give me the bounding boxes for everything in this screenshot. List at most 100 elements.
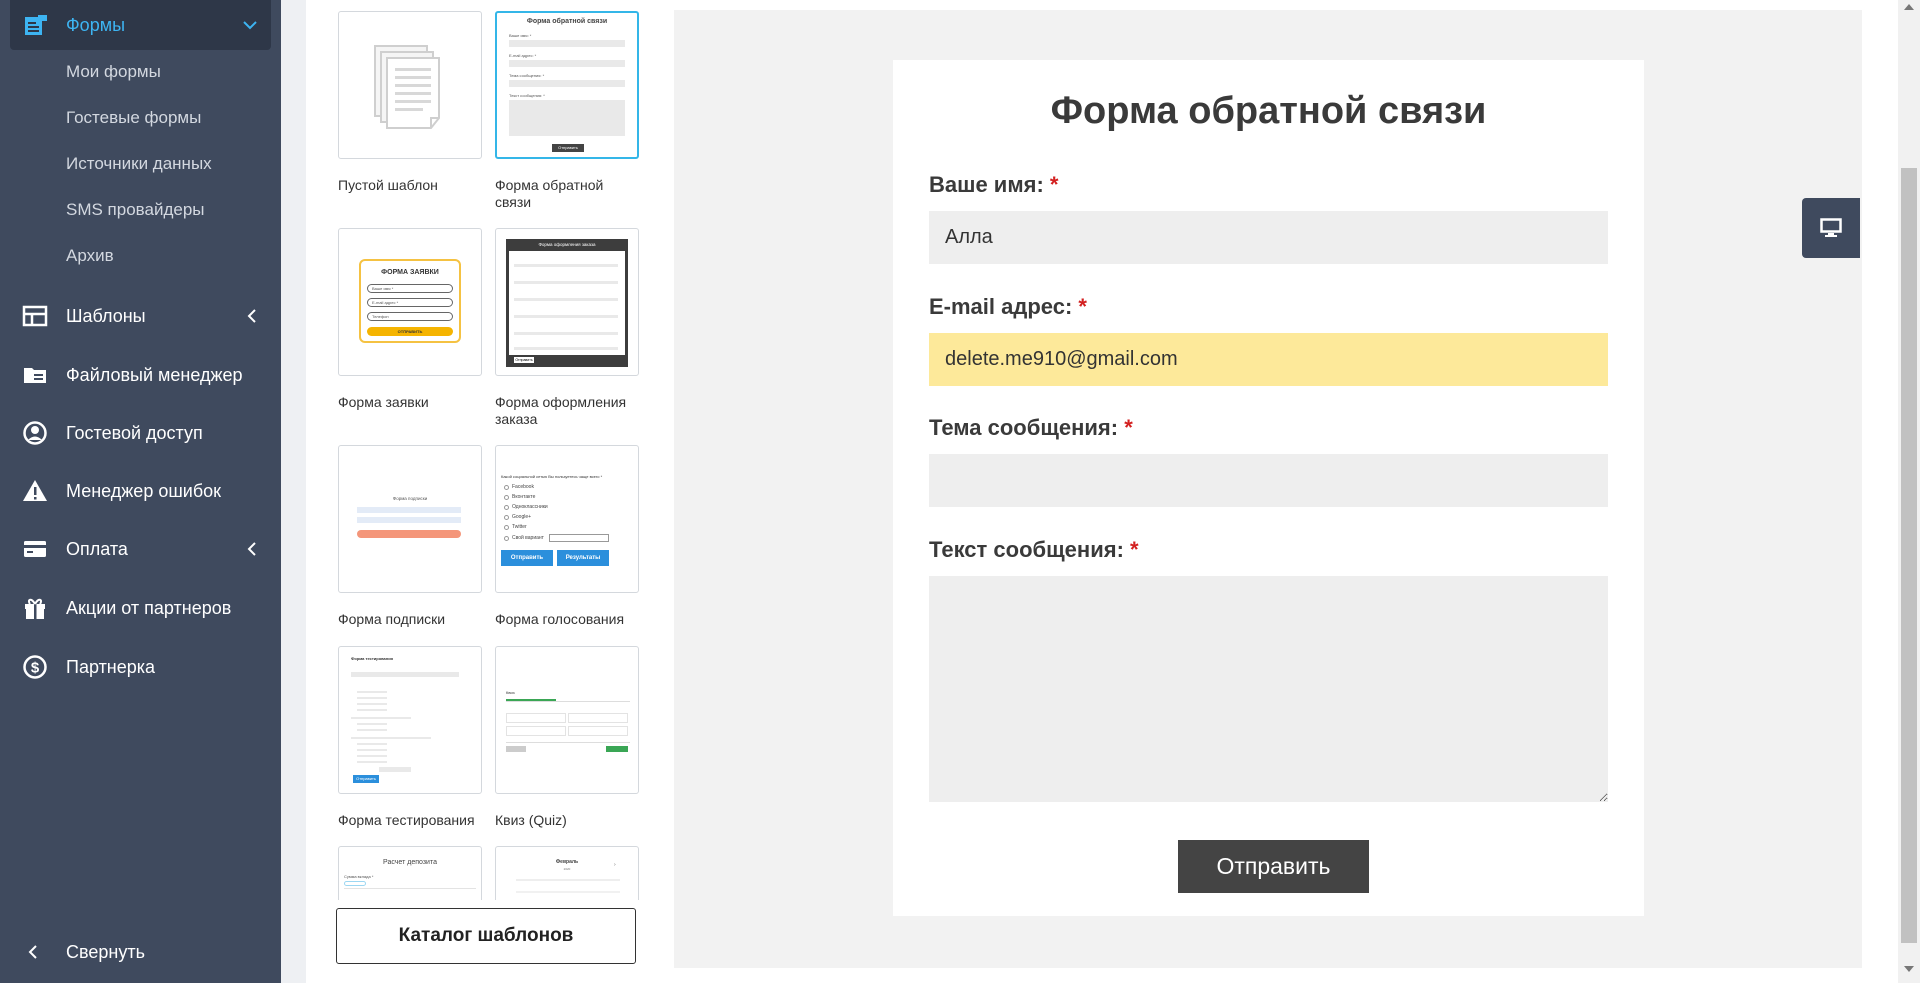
thumb-label: Сумма вклада *: [344, 874, 374, 879]
sidebar-item-label: Формы: [66, 14, 126, 35]
sidebar-item-templates[interactable]: Шаблоны: [0, 296, 281, 336]
template-catalog-button[interactable]: Каталог шаблонов: [336, 908, 636, 964]
sidebar-item-label: Менеджер ошибок: [66, 480, 222, 501]
name-input[interactable]: [929, 211, 1608, 264]
warning-icon: [23, 480, 47, 501]
template-list: Пустой шаблон Форма обратной связи Ваше …: [306, 0, 656, 983]
email-input[interactable]: [929, 333, 1608, 386]
template-request[interactable]: ФОРМА ЗАЯВКИ Ваше имя * E-mail адрес * Т…: [338, 228, 482, 411]
template-deposit[interactable]: Расчет депозита Сумма вклада *: [338, 846, 482, 900]
sidebar-subitem-archive[interactable]: Архив: [66, 246, 114, 266]
page-scrollbar[interactable]: [1898, 0, 1920, 983]
sidebar-subitem-data-sources[interactable]: Источники данных: [66, 154, 212, 174]
thumb-button: Отправить: [514, 357, 534, 363]
scrollbar-thumb[interactable]: [1901, 168, 1917, 943]
scroll-up-arrow-icon[interactable]: [1904, 4, 1914, 10]
scroll-down-arrow-icon[interactable]: [1904, 966, 1914, 972]
template-thumbnail[interactable]: Форма оформления заказа Отправить: [495, 228, 639, 376]
template-quiz[interactable]: Квиз Квиз (Quiz): [495, 646, 639, 829]
main-content: Пустой шаблон Форма обратной связи Ваше …: [306, 0, 1898, 983]
template-order[interactable]: Форма оформления заказа Отправить Форма …: [495, 228, 639, 428]
template-voting[interactable]: Какой социальной сетью Вы пользуетесь ча…: [495, 445, 639, 628]
thumb-title: Форма тестирования: [351, 656, 393, 661]
template-feedback[interactable]: Форма обратной связи Ваше имя: * E-mail …: [495, 11, 639, 211]
template-name: Пустой шаблон: [338, 177, 438, 193]
collapse-label: Свернуть: [66, 941, 145, 962]
template-thumbnail[interactable]: [338, 11, 482, 159]
sidebar-item-guest-access[interactable]: Гостевой доступ: [0, 413, 281, 453]
radio-circle-icon: [504, 514, 509, 520]
sidebar-collapse-button[interactable]: Свернуть: [0, 932, 281, 972]
thumb-title: Форма подписки: [392, 496, 428, 501]
thumb-title: Форма обратной связи: [526, 18, 608, 25]
thumb-title: Квиз: [506, 690, 515, 695]
radio-circle-icon: [504, 484, 509, 490]
thumb-button: Отправить: [501, 550, 553, 566]
gift-icon: [25, 598, 45, 619]
form-title: Форма обратной связи: [1050, 90, 1487, 132]
template-thumbnail[interactable]: Форма подписки: [338, 445, 482, 593]
sidebar-item-partner-promos[interactable]: Акции от партнеров: [0, 588, 281, 628]
subject-input[interactable]: [929, 454, 1608, 507]
thumb-field: Ваше имя *: [367, 284, 453, 293]
radio-circle-icon: [504, 535, 509, 541]
thumb-title: Форма оформления заказа: [538, 242, 596, 247]
sidebar-item-forms[interactable]: Формы: [10, 0, 271, 50]
template-name: Форма обратной связи: [495, 177, 604, 210]
template-thumbnail[interactable]: Расчет депозита Сумма вклада *: [338, 846, 482, 900]
form-preview-area: Форма обратной связи Ваше имя: * E-mail …: [674, 10, 1862, 968]
thumb-vote-option: Вконтакте: [504, 494, 535, 500]
thumb-question: Какой социальной сетью Вы пользуетесь ча…: [501, 474, 603, 479]
sidebar-item-file-manager[interactable]: Файловый менеджер: [0, 355, 281, 395]
message-textarea[interactable]: [929, 576, 1608, 802]
template-thumbnail[interactable]: Форма обратной связи Ваше имя: * E-mail …: [495, 11, 639, 159]
device-toggle-button[interactable]: [1802, 198, 1860, 258]
sidebar-item-affiliate[interactable]: $ Партнерка: [0, 647, 281, 687]
sidebar-item-label: Оплата: [66, 538, 128, 559]
chevron-left-icon: [28, 945, 37, 959]
thumb-label: E-mail адрес: *: [509, 53, 537, 58]
sidebar-item-label: Партнерка: [66, 656, 156, 677]
thumb-button: Результаты: [557, 550, 609, 566]
template-thumbnail[interactable]: Февраль 2020 ›: [495, 846, 639, 900]
thumb-title: Февраль: [555, 859, 579, 865]
template-thumbnail[interactable]: Какой социальной сетью Вы пользуетесь ча…: [495, 445, 639, 593]
sidebar-item-label: Гостевой доступ: [66, 422, 203, 443]
template-thumbnail[interactable]: Квиз: [495, 646, 639, 794]
sidebar-subitem-sms-providers[interactable]: SMS провайдеры: [66, 200, 205, 220]
thumb-vote-option: Одноклассники: [504, 504, 548, 510]
template-thumbnail[interactable]: ФОРМА ЗАЯВКИ Ваше имя * E-mail адрес * Т…: [338, 228, 482, 376]
thumb-button: Отправить: [552, 144, 584, 152]
thumb-title: ФОРМА ЗАЯВКИ: [381, 269, 439, 276]
template-thumbnail[interactable]: Форма тестирования Отправить: [338, 646, 482, 794]
submit-button[interactable]: Отправить: [1178, 840, 1369, 893]
radio-circle-icon: [504, 524, 509, 530]
dollar-icon: $: [23, 655, 47, 679]
thumb-vote-option-label: Google+: [512, 514, 532, 520]
sidebar-subitem-guest-forms[interactable]: Гостевые формы: [66, 108, 201, 128]
thumb-vote-option-label: Вконтакте: [512, 494, 536, 500]
template-subscribe[interactable]: Форма подписки Форма подписки: [338, 445, 482, 628]
thumb-vote-option-label: Свой вариант: [512, 535, 544, 541]
template-name: Форма заявки: [338, 394, 429, 410]
template-testing[interactable]: Форма тестирования Отправить Форма тести…: [338, 646, 482, 829]
thumb-year: 2020: [563, 867, 571, 871]
svg-text:$: $: [31, 660, 40, 677]
sidebar-item-payment[interactable]: Оплата: [0, 529, 281, 569]
monitor-icon: [1820, 218, 1842, 237]
chevron-down-icon: [243, 21, 257, 30]
sidebar-subitem-my-forms[interactable]: Мои формы: [66, 62, 161, 82]
thumb-title: Расчет депозита: [383, 859, 437, 866]
thumb-vote-option: Свой вариант: [504, 534, 609, 542]
template-blank[interactable]: Пустой шаблон: [338, 11, 482, 194]
thumb-vote-option-label: Twitter: [512, 524, 527, 530]
thumb-vote-option-label: Одноклассники: [512, 504, 548, 510]
sidebar-item-error-manager[interactable]: Менеджер ошибок: [0, 471, 281, 511]
template-name: Форма голосования: [495, 611, 625, 627]
grid-icon: [22, 305, 48, 327]
forms-icon: [25, 15, 47, 35]
thumb-field: E-mail адрес *: [367, 298, 453, 307]
template-calendar[interactable]: Февраль 2020 ›: [495, 846, 639, 900]
sidebar-item-label: Акции от партнеров: [66, 597, 232, 618]
thumb-label: Текст сообщения: *: [509, 93, 545, 98]
